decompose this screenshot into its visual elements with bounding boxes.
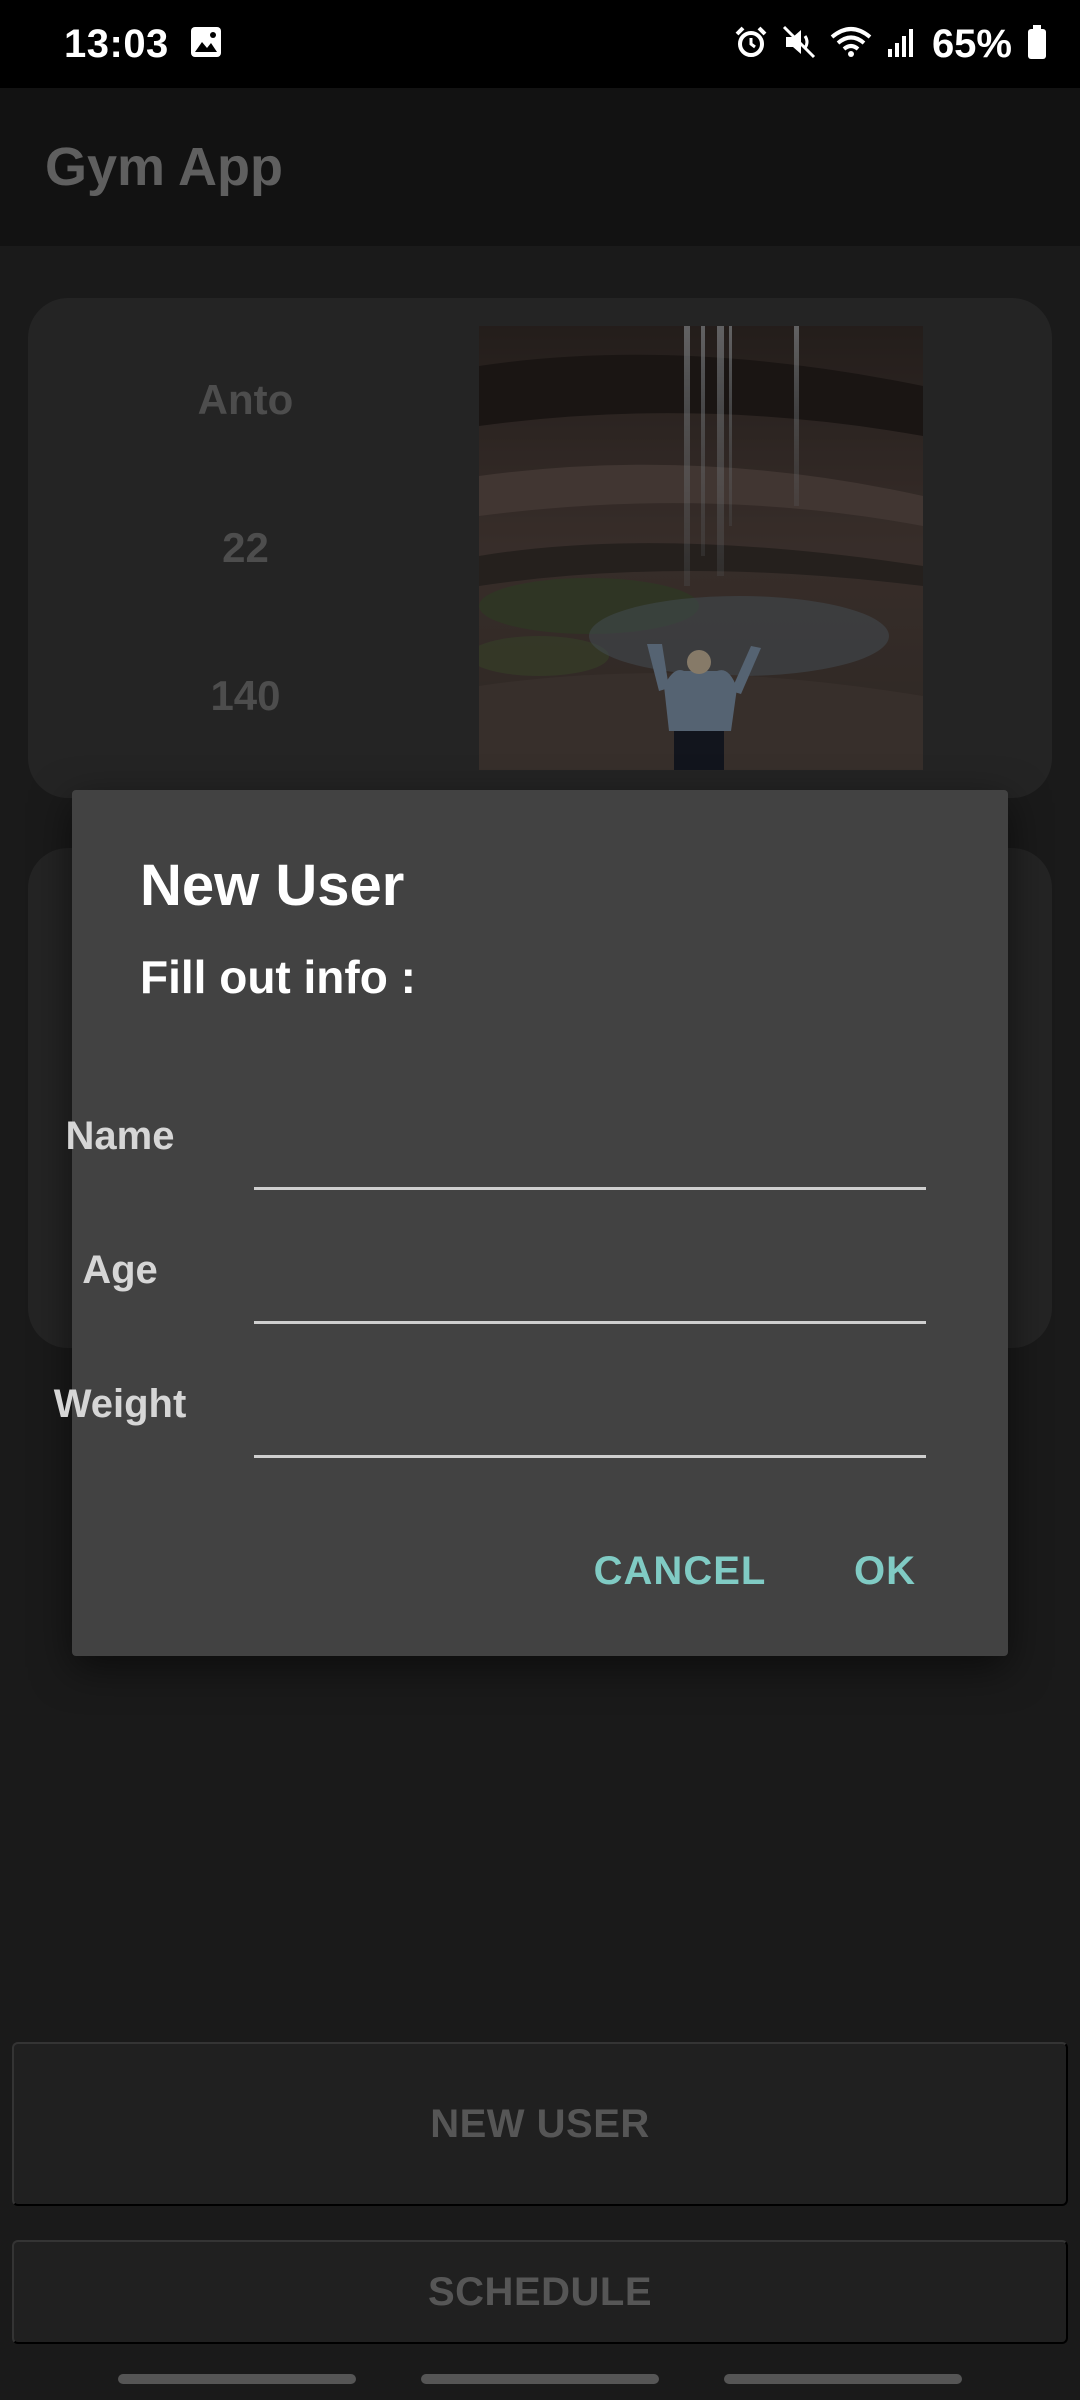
battery-percent: 65% <box>931 21 1012 66</box>
weight-label: Weight <box>53 1382 187 1426</box>
alarm-icon <box>734 25 768 64</box>
image-icon <box>189 25 223 64</box>
signal-icon <box>886 25 918 64</box>
new-user-dialog: New User Fill out info : <box>72 790 1008 1656</box>
status-left: 13:03 <box>64 22 223 67</box>
age-input[interactable] <box>254 1232 926 1324</box>
battery-icon <box>1026 24 1048 65</box>
cancel-button[interactable]: CANCEL <box>580 1536 780 1606</box>
mute-icon <box>782 25 816 64</box>
name-label: Name <box>65 1114 175 1158</box>
weight-input[interactable] <box>254 1366 926 1458</box>
status-right: 65% <box>734 22 1048 67</box>
dialog-subtitle: Fill out info : <box>140 951 416 1003</box>
age-label: Age <box>82 1248 158 1292</box>
status-time: 13:03 <box>64 21 169 66</box>
wifi-icon <box>830 25 872 64</box>
weight-row: Weight <box>0 1362 936 1472</box>
name-row: Name <box>0 1094 936 1204</box>
status-bar: 13:03 65% <box>0 0 1080 88</box>
age-row: Age <box>0 1228 936 1338</box>
name-input[interactable] <box>254 1098 926 1190</box>
dialog-title: New User <box>140 853 405 918</box>
ok-button[interactable]: OK <box>830 1536 940 1606</box>
